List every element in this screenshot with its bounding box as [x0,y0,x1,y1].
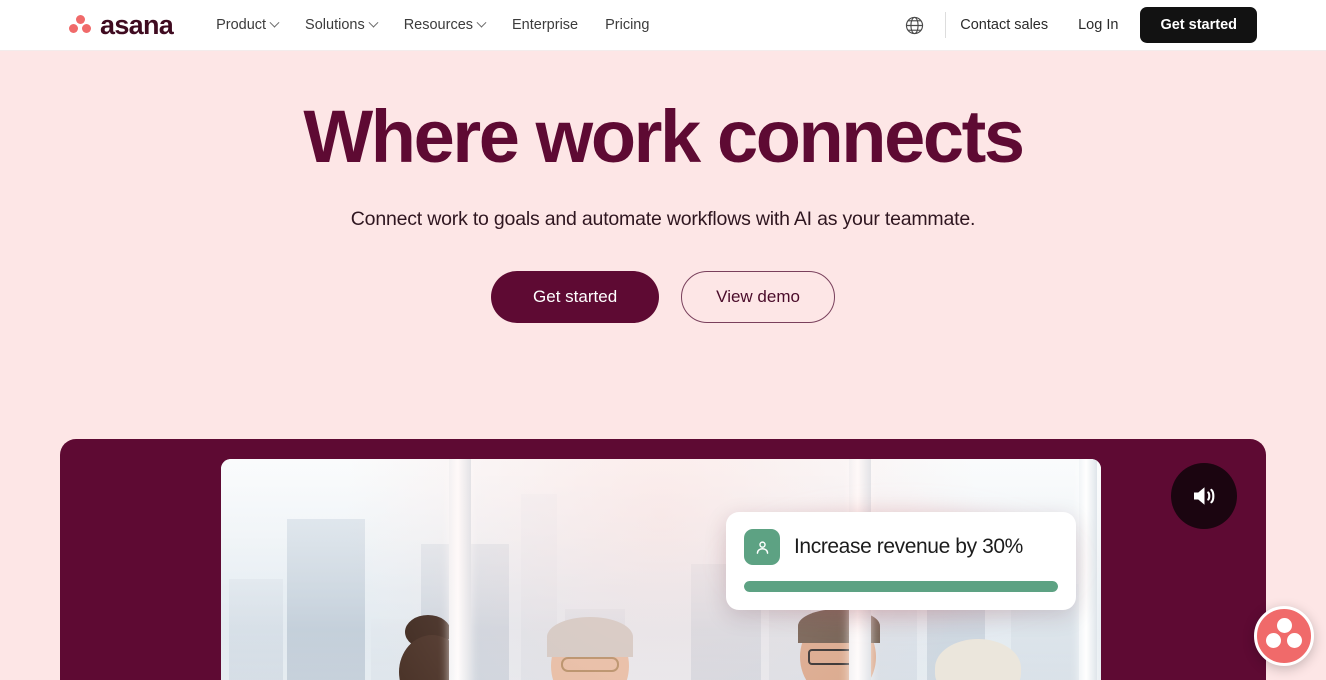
goal-notification-card: Increase revenue by 30% [726,512,1076,610]
asana-wordmark: asana [100,9,174,40]
hero-subtitle: Connect work to goals and automate workf… [350,208,976,231]
speaker-on-icon [1194,487,1215,505]
nav-divider [945,12,947,38]
nav-item-pricing-label: Pricing [605,17,650,33]
hero-video-player[interactable]: Increase revenue by 30% [221,459,1101,680]
goal-notification-row: Increase revenue by 30% [744,529,1058,565]
asana-three-dots-icon [1257,609,1311,663]
language-selector-button[interactable] [897,8,931,42]
nav-item-pricing[interactable]: Pricing [605,17,649,33]
nav-item-enterprise[interactable]: Enterprise [512,17,578,33]
nav-get-started-button[interactable]: Get started [1140,7,1257,43]
nav-item-resources-label: Resources [403,17,474,33]
asana-logo-link[interactable]: asana [69,9,174,40]
chat-support-widget-button[interactable] [1254,606,1314,666]
goal-person-icon [744,529,780,565]
chevron-down-icon [476,17,487,28]
top-navigation-bar: asana Product Solutions Resources Enterp… [0,0,1326,51]
nav-item-resources[interactable]: Resources [403,17,487,33]
nav-item-solutions-label: Solutions [305,17,365,33]
chevron-down-icon [269,17,280,28]
video-sound-toggle-button[interactable] [1171,463,1237,529]
hero-section: Where work connects Connect work to goal… [0,51,1326,680]
hero-get-started-button[interactable]: Get started [491,271,660,324]
nav-item-enterprise-label: Enterprise [512,17,579,33]
primary-nav-links: Product Solutions Resources Enterprise P… [216,17,649,33]
goal-progress-fill [744,581,1058,592]
hero-media-panel: Increase revenue by 30% [60,439,1266,680]
hero-cta-group: Get started View demo [0,271,1326,324]
log-in-link[interactable]: Log In [1078,17,1118,33]
nav-item-product[interactable]: Product [216,17,280,33]
goal-progress-track [744,581,1058,592]
nav-item-solutions[interactable]: Solutions [305,17,379,33]
goal-notification-text: Increase revenue by 30% [794,535,1023,558]
page-title: Where work connects [303,95,1025,178]
nav-right-actions: Contact sales Log In Get started [897,7,1257,43]
contact-sales-link[interactable]: Contact sales [960,17,1048,33]
nav-item-product-label: Product [216,17,267,33]
chevron-down-icon [368,17,379,28]
globe-icon [905,16,923,34]
asana-logo-icon [69,15,91,35]
hero-view-demo-button[interactable]: View demo [681,271,835,324]
hero-content: Where work connects Connect work to goal… [0,51,1326,324]
